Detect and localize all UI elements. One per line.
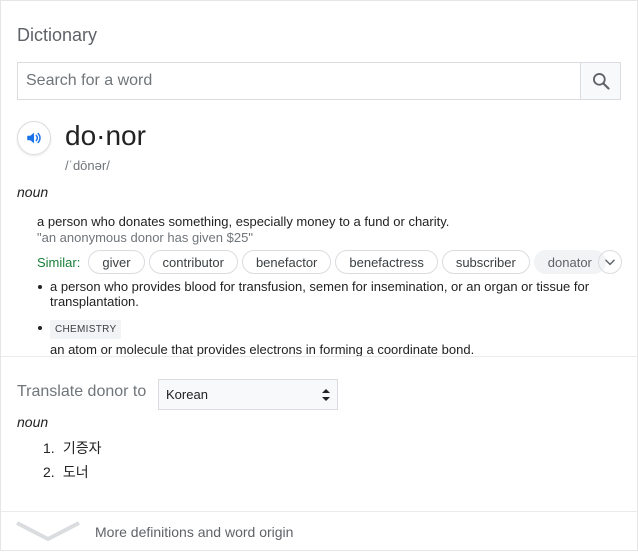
similar-chip-subscriber[interactable]: subscriber	[441, 250, 530, 274]
dictionary-card: Dictionary do·nor /ˈdōnər/ noun a person…	[0, 0, 638, 551]
expand-similar-button[interactable]	[598, 250, 622, 274]
search-icon	[592, 73, 610, 90]
speaker-icon	[27, 132, 41, 144]
translation-list: 1. 기증자 2. 도너	[43, 440, 102, 488]
subject-tag: CHEMISTRY	[50, 320, 122, 339]
part-of-speech: noun	[17, 184, 49, 200]
similar-chip-contributor[interactable]: contributor	[148, 250, 238, 274]
similar-chip-donator: donator	[533, 250, 606, 274]
search-button[interactable]	[580, 63, 620, 99]
chevron-down-icon	[605, 259, 615, 266]
divider	[1, 356, 638, 357]
search-box	[17, 62, 621, 100]
similar-words-row: Similar: giver contributor benefactor be…	[37, 249, 610, 275]
chevron-down-icon	[16, 521, 80, 541]
list-item: 1. 기증자	[43, 440, 102, 464]
translation-text: 기증자	[62, 440, 102, 456]
similar-label: Similar:	[37, 254, 81, 270]
card-title: Dictionary	[17, 25, 98, 45]
sense-3-text: an atom or molecule that provides electr…	[50, 342, 475, 357]
similar-chip-benefactress[interactable]: benefactress	[335, 250, 438, 274]
pronunciation: /ˈdōnər/	[65, 158, 110, 173]
similar-chip-giver[interactable]: giver	[88, 250, 145, 274]
sense-list: a person who provides blood for transfus…	[37, 279, 607, 357]
example-sentence: "an anonymous donor has given $25"	[37, 230, 253, 245]
similar-chip-benefactor[interactable]: benefactor	[241, 250, 332, 274]
list-number: 1.	[43, 440, 55, 456]
select-arrows-icon	[322, 389, 330, 401]
translate-label: Translate donor to	[17, 383, 147, 400]
language-select-value: Korean	[166, 387, 208, 402]
pronounce-button[interactable]	[17, 121, 51, 155]
sense-2-text: a person who provides blood for transfus…	[50, 279, 590, 309]
translation-part-of-speech: noun	[17, 414, 49, 430]
headword: do·nor	[65, 120, 146, 151]
list-item: 2. 도너	[43, 464, 102, 488]
translation-text: 도너	[62, 464, 89, 480]
list-number: 2.	[43, 464, 55, 480]
more-definitions-label: More definitions and word origin	[95, 524, 294, 540]
definition-1: a person who donates something, especial…	[37, 214, 450, 229]
search-input[interactable]	[18, 63, 580, 99]
list-item: a person who provides blood for transfus…	[37, 279, 607, 309]
list-item: CHEMISTRY an atom or molecule that provi…	[37, 320, 607, 357]
more-definitions-button[interactable]: More definitions and word origin	[1, 512, 638, 552]
language-select[interactable]: Korean	[158, 379, 338, 410]
